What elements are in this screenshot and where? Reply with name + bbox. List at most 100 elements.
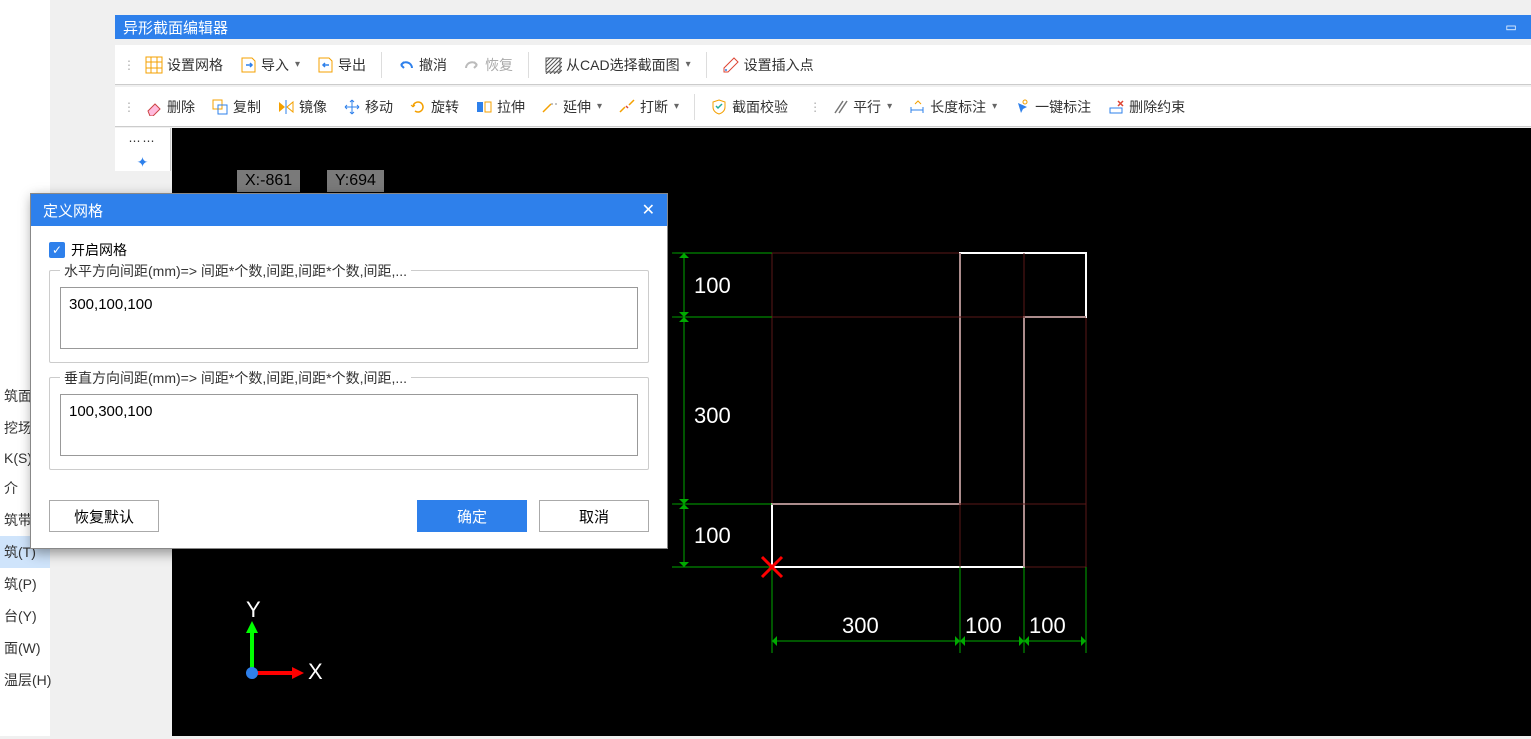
click-icon xyxy=(1013,98,1031,116)
undo-label: 撤消 xyxy=(419,55,447,75)
caret-icon: ▾ xyxy=(597,101,602,112)
stretch-icon xyxy=(475,98,493,116)
ok-button[interactable]: 确定 xyxy=(417,500,527,532)
h-spacing-group: 水平方向间距(mm)=> 间距*个数,间距,间距*个数,间距,... xyxy=(49,270,649,363)
cancel-button[interactable]: 取消 xyxy=(539,500,649,532)
coord-y-readout: Y:694 xyxy=(327,170,384,192)
validate-button[interactable]: 截面校验 xyxy=(703,94,795,120)
enable-grid-checkbox[interactable]: ✓ xyxy=(49,242,65,258)
crosshair-icon[interactable]: ✦ xyxy=(137,154,149,171)
mirror-button[interactable]: 镜像 xyxy=(270,94,334,120)
extend-icon xyxy=(541,98,559,116)
export-icon xyxy=(316,56,334,74)
mirror-label: 镜像 xyxy=(299,97,327,117)
undo-button[interactable]: 撤消 xyxy=(390,52,454,78)
dim-h2: 100 xyxy=(965,613,1002,638)
mirror-icon xyxy=(277,98,295,116)
redo-icon xyxy=(463,56,481,74)
one-click-dim-button[interactable]: 一键标注 xyxy=(1006,94,1098,120)
dim-v1: 100 xyxy=(694,273,731,298)
from-cad-label: 从CAD选择截面图 xyxy=(566,55,680,75)
h-spacing-input[interactable] xyxy=(60,287,638,349)
side-tool-strip: ⋯⋯ ✦ xyxy=(115,128,171,171)
extend-label: 延伸 xyxy=(563,97,591,117)
dim-v3: 100 xyxy=(694,523,731,548)
export-button[interactable]: 导出 xyxy=(309,52,373,78)
stretch-button[interactable]: 拉伸 xyxy=(468,94,532,120)
length-dim-button[interactable]: 长度标注 ▾ xyxy=(901,94,1004,120)
maximize-icon[interactable]: ▭ xyxy=(1499,20,1523,34)
set-grid-button[interactable]: 设置网格 xyxy=(138,52,230,78)
v-spacing-label: 垂直方向间距(mm)=> 间距*个数,间距,间距*个数,间距,... xyxy=(60,368,411,388)
grid-icon xyxy=(145,56,163,74)
coord-x-readout: X:-861 xyxy=(237,170,300,192)
parallel-button[interactable]: 平行 ▾ xyxy=(824,94,899,120)
caret-icon: ▾ xyxy=(686,59,691,70)
shield-check-icon xyxy=(710,98,728,116)
toolbar-main: ⋮ 设置网格 导入 ▾ 导出 撤消 恢复 从CAD选择截面图 ▾ 设置插入点 xyxy=(115,45,1531,85)
one-click-label: 一键标注 xyxy=(1035,97,1091,117)
copy-label: 复制 xyxy=(233,97,261,117)
redo-label: 恢复 xyxy=(485,55,513,75)
break-button[interactable]: 打断 ▾ xyxy=(611,94,686,120)
editor-titlebar: 异形截面编辑器 ▭ xyxy=(115,15,1531,39)
grid-dialog: 定义网格 ✕ ✓ 开启网格 水平方向间距(mm)=> 间距*个数,间距,间距*个… xyxy=(30,193,668,549)
toolbar-separator xyxy=(381,52,382,78)
parallel-label: 平行 xyxy=(853,97,881,117)
break-label: 打断 xyxy=(640,97,668,117)
caret-icon: ▾ xyxy=(992,101,997,112)
delete-button[interactable]: 删除 xyxy=(138,94,202,120)
toolbar-grip: ⋮ xyxy=(121,58,136,72)
close-icon[interactable]: ✕ xyxy=(642,200,655,220)
toolbar-separator xyxy=(528,52,529,78)
lp-item[interactable]: 筑(P) xyxy=(0,568,50,600)
restore-default-button[interactable]: 恢复默认 xyxy=(49,500,159,532)
insert-point-button[interactable]: 设置插入点 xyxy=(715,52,821,78)
break-icon xyxy=(618,98,636,116)
dim-h1: 300 xyxy=(842,613,879,638)
eraser-icon xyxy=(145,98,163,116)
rotate-label: 旋转 xyxy=(431,97,459,117)
copy-button[interactable]: 复制 xyxy=(204,94,268,120)
enable-grid-label: 开启网格 xyxy=(71,240,127,260)
move-button[interactable]: 移动 xyxy=(336,94,400,120)
lp-item[interactable]: 台(Y) xyxy=(0,600,50,632)
parallel-icon xyxy=(831,98,849,116)
export-label: 导出 xyxy=(338,55,366,75)
dim-v2: 300 xyxy=(694,403,731,428)
insert-point-icon xyxy=(722,56,740,74)
toolbar-separator xyxy=(706,52,707,78)
move-label: 移动 xyxy=(365,97,393,117)
set-grid-label: 设置网格 xyxy=(167,55,223,75)
toolbar-grip: ⋮ xyxy=(121,100,136,114)
insert-point-label: 设置插入点 xyxy=(744,55,814,75)
dialog-title: 定义网格 xyxy=(43,200,103,221)
dialog-titlebar[interactable]: 定义网格 ✕ xyxy=(31,194,667,226)
axis-y-label: Y xyxy=(246,597,261,622)
v-spacing-group: 垂直方向间距(mm)=> 间距*个数,间距,间距*个数,间距,... xyxy=(49,377,649,470)
from-cad-button[interactable]: 从CAD选择截面图 ▾ xyxy=(537,52,698,78)
hatch-icon xyxy=(544,56,562,74)
h-spacing-label: 水平方向间距(mm)=> 间距*个数,间距,间距*个数,间距,... xyxy=(60,261,411,281)
redo-button: 恢复 xyxy=(456,52,520,78)
delete-label: 删除 xyxy=(167,97,195,117)
undo-icon xyxy=(397,56,415,74)
toolbar-grip: ⋮ xyxy=(807,100,822,114)
lp-item[interactable]: 面(W) xyxy=(0,632,50,664)
rotate-button[interactable]: 旋转 xyxy=(402,94,466,120)
delete-constraint-button[interactable]: 删除约束 xyxy=(1100,94,1192,120)
del-constraint-icon xyxy=(1107,98,1125,116)
handle-dots-icon: ⋯⋯ xyxy=(129,134,157,148)
extend-button[interactable]: 延伸 ▾ xyxy=(534,94,609,120)
import-icon xyxy=(239,56,257,74)
v-spacing-input[interactable] xyxy=(60,394,638,456)
import-button[interactable]: 导入 ▾ xyxy=(232,52,307,78)
caret-icon: ▾ xyxy=(295,59,300,70)
dimension-icon xyxy=(908,98,926,116)
caret-icon: ▾ xyxy=(674,101,679,112)
axis-x-label: X xyxy=(308,659,323,684)
move-icon xyxy=(343,98,361,116)
lp-item[interactable]: 温层(H) xyxy=(0,664,50,696)
del-constraint-label: 删除约束 xyxy=(1129,97,1185,117)
toolbar-separator xyxy=(694,94,695,120)
